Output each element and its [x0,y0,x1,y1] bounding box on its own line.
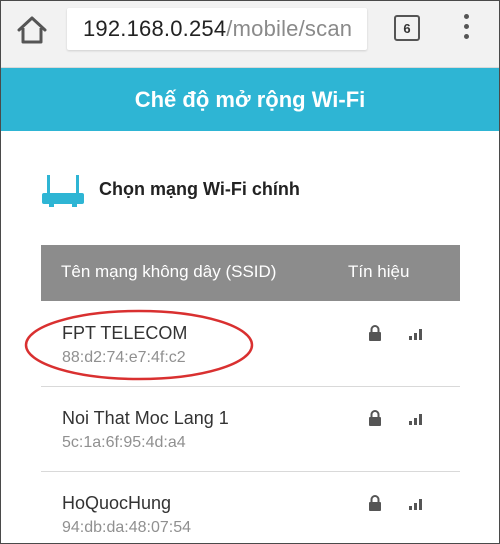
url-path: /mobile/scan [226,16,353,41]
app-window: 192.168.0.254/mobile/scan 6 Chế độ mở rộ… [0,0,500,544]
signal-icon [409,329,422,340]
signal-icon [409,414,422,425]
tabs-icon[interactable]: 6 [394,15,420,41]
network-ssid: FPT TELECOM [62,323,188,343]
router-icon [41,173,85,209]
page-header: Chế độ mở rộng Wi-Fi [1,68,499,131]
browser-toolbar: 192.168.0.254/mobile/scan 6 [1,1,499,68]
network-mac: 88:d2:74:e7:4f:c2 [62,349,186,366]
lock-icon [369,325,381,341]
network-row-hoquochung[interactable]: HoQuocHung 94:db:da:48:07:54 [41,472,460,543]
table-header: Tên mạng không dây (SSID) Tín hiệu [41,245,460,301]
signal-icon [409,499,422,510]
url-text: 192.168.0.254/mobile/scan [83,16,352,42]
lock-icon [369,410,381,426]
network-ssid: HoQuocHung [62,493,172,513]
network-mac: 5c:1a:6f:95:4d:a4 [62,434,186,451]
address-bar[interactable]: 192.168.0.254/mobile/scan [67,8,367,50]
column-header-signal: Tín hiệu [348,262,410,281]
url-host: 192.168.0.254 [83,16,227,41]
lock-icon [369,495,381,511]
section-title: Chọn mạng Wi-Fi chính [99,179,300,199]
network-ssid: Noi That Moc Lang 1 [62,408,229,428]
home-icon[interactable] [15,13,49,47]
network-row-fpt-telecom[interactable]: FPT TELECOM 88:d2:74:e7:4f:c2 [41,302,460,387]
tab-count: 6 [403,20,411,36]
network-mac: 94:db:da:48:07:54 [62,519,192,536]
column-header-ssid: Tên mạng không dây (SSID) [61,262,277,281]
menu-icon[interactable] [459,14,473,44]
network-row-noi-that-moc-lang-1[interactable]: Noi That Moc Lang 1 5c:1a:6f:95:4d:a4 [41,387,460,472]
page-title: Chế độ mở rộng Wi-Fi [134,86,366,112]
